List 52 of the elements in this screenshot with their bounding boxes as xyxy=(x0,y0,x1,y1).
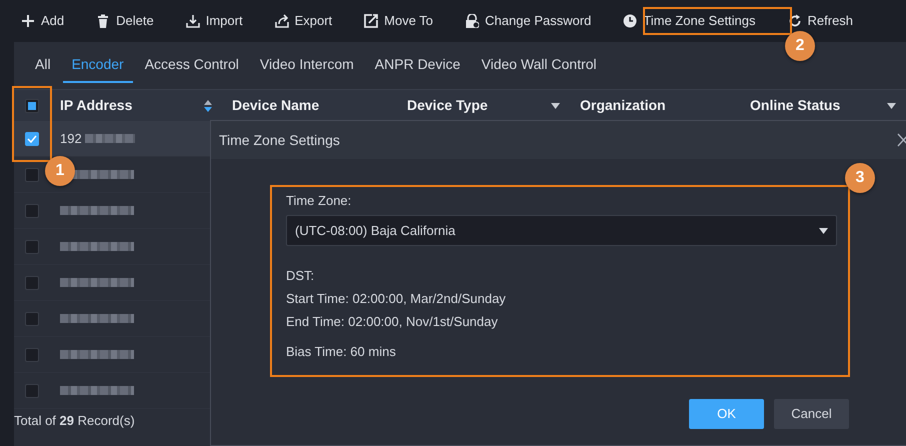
record-count: Total of 29 Record(s) xyxy=(14,413,135,428)
toolbar-button[interactable]: Import xyxy=(178,11,250,31)
clock-icon xyxy=(623,14,638,28)
row-checkbox[interactable] xyxy=(25,348,39,362)
ip-address-cell-text: 192 xyxy=(60,130,82,148)
toolbar-button[interactable]: Add xyxy=(14,11,72,31)
row-checkbox[interactable] xyxy=(25,132,39,146)
tab[interactable]: Encoder xyxy=(62,48,133,83)
select-all-checkbox[interactable] xyxy=(25,98,39,112)
filter-caret-icon[interactable] xyxy=(551,102,560,108)
trash-icon xyxy=(96,14,110,28)
start-time-text: Start Time: 02:00:00, Mar/2nd/Sunday xyxy=(286,291,507,307)
toolbar-button[interactable]: Time Zone Settings xyxy=(616,11,763,31)
time-zone-select[interactable]: (UTC-08:00) Baja California xyxy=(286,215,837,246)
field-label: Time Zone: xyxy=(286,193,352,209)
sort-icon[interactable] xyxy=(204,100,212,112)
close-icon[interactable] xyxy=(897,133,906,147)
plus-icon xyxy=(21,14,35,28)
tab[interactable]: Access Control xyxy=(136,48,248,83)
row-checkbox[interactable] xyxy=(25,312,39,326)
refresh-icon xyxy=(788,14,802,28)
toolbar-button[interactable]: Delete xyxy=(89,11,161,31)
toolbar-button[interactable]: Move To xyxy=(357,11,440,31)
move-icon xyxy=(364,14,378,28)
redacted-text xyxy=(84,134,135,143)
import-icon xyxy=(186,14,200,28)
filter-caret-icon[interactable] xyxy=(887,102,896,108)
row-checkbox[interactable] xyxy=(25,276,39,290)
bias-time-text: Bias Time: 60 mins xyxy=(286,344,397,360)
toolbar-button[interactable]: Refresh xyxy=(780,11,860,31)
column-header[interactable]: IP Address xyxy=(50,90,222,121)
column-header[interactable]: Device Name xyxy=(222,90,397,121)
row-checkbox[interactable] xyxy=(25,384,39,398)
tab[interactable]: ANPR Device xyxy=(366,48,470,83)
caret-icon xyxy=(819,228,828,234)
column-header[interactable]: Online Status xyxy=(740,90,906,121)
end-time-text: End Time: 02:00:00, Nov/1st/Sunday xyxy=(286,314,499,330)
column-header[interactable]: Device Type xyxy=(397,90,570,121)
export-icon xyxy=(274,14,289,28)
cancel-button[interactable]: Cancel xyxy=(774,399,849,429)
column-header[interactable]: Organization xyxy=(570,90,740,121)
tab[interactable]: All xyxy=(26,48,60,83)
lock-icon xyxy=(465,14,480,28)
row-checkbox[interactable] xyxy=(25,204,39,218)
dialog-title: Time Zone Settings xyxy=(219,130,340,150)
row-checkbox[interactable] xyxy=(25,240,39,254)
dst-label: DST: xyxy=(286,268,316,284)
row-checkbox[interactable] xyxy=(25,168,39,182)
toolbar-button[interactable]: Export xyxy=(268,11,340,31)
toolbar-button[interactable]: Change Password xyxy=(458,11,598,31)
tab[interactable]: Video Wall Control xyxy=(472,48,606,83)
tab[interactable]: Video Intercom xyxy=(250,48,363,83)
